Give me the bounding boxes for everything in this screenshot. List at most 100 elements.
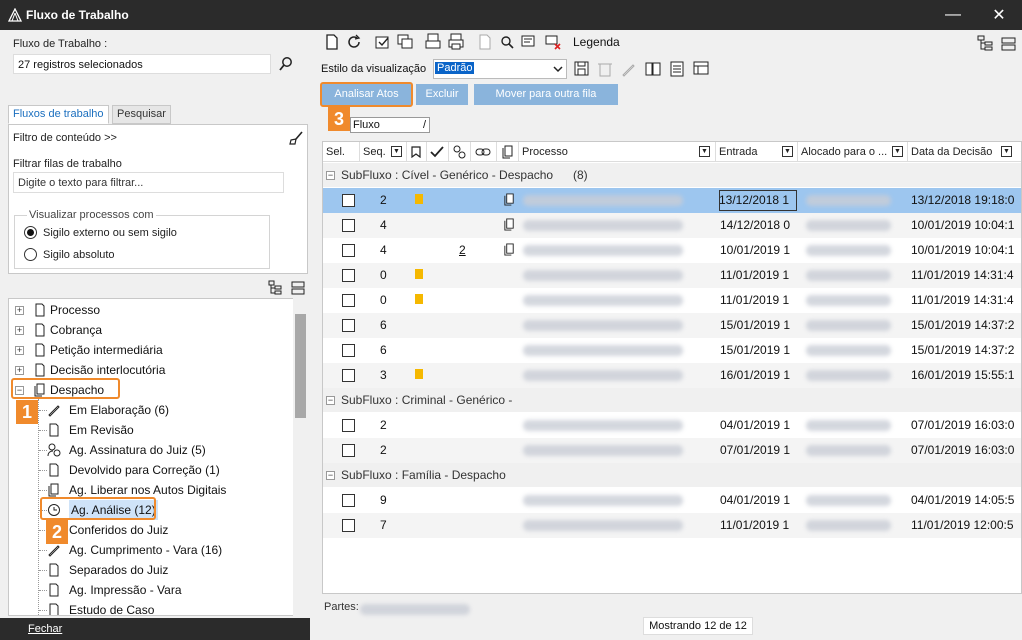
link-count[interactable]: 2: [459, 238, 466, 263]
fluxo-field[interactable]: 27 registros selecionados: [13, 54, 271, 74]
document-icon: [35, 343, 45, 357]
table-row[interactable]: 4 14/12/2018 0 10/01/2019 10:04:1: [323, 213, 1021, 238]
row-checkbox[interactable]: [342, 194, 355, 207]
filter-dropdown-icon[interactable]: ▼: [1001, 146, 1012, 157]
refresh-icon[interactable]: [345, 33, 363, 51]
col-docs[interactable]: [497, 142, 519, 162]
row-checkbox[interactable]: [342, 419, 355, 432]
data-decisao-cell: 10/01/2019 10:04:1: [911, 243, 1015, 257]
col-seq[interactable]: Seq. ▼: [360, 142, 407, 162]
excluir-button[interactable]: Excluir: [416, 84, 468, 105]
processo-redacted: [523, 420, 683, 431]
filter-dropdown-icon[interactable]: ▼: [782, 146, 793, 157]
fechar-button[interactable]: Fechar: [28, 623, 62, 635]
documents-icon[interactable]: [503, 193, 516, 206]
annotate-icon[interactable]: [520, 33, 538, 51]
close-button[interactable]: ✕: [976, 0, 1022, 30]
row-checkbox[interactable]: [342, 269, 355, 282]
checklist-icon[interactable]: [374, 33, 392, 51]
documents-icon[interactable]: [503, 243, 516, 256]
table-row[interactable]: 6 15/01/2019 1 15/01/2019 14:37:2: [323, 313, 1021, 338]
row-checkbox[interactable]: [342, 244, 355, 257]
group-row[interactable]: − SubFluxo : Cível - Genérico - Despacho (…: [323, 163, 1021, 187]
col-processo[interactable]: Processo ▼: [519, 142, 716, 162]
col-person[interactable]: [449, 142, 471, 162]
table-row[interactable]: 2 04/01/2019 1 07/01/2019 16:03:0: [323, 413, 1021, 438]
tab-fluxos[interactable]: Fluxos de trabalho: [8, 105, 109, 124]
table-row[interactable]: 3 16/01/2019 1 16/01/2019 15:55:1: [323, 363, 1021, 388]
seq-cell: 2: [380, 193, 387, 207]
list-icon[interactable]: [668, 60, 686, 78]
table-row[interactable]: 2 13/12/2018 1 13/12/2018 19:18:0: [323, 188, 1021, 213]
col-flag[interactable]: [407, 142, 427, 162]
export-icon[interactable]: [644, 60, 662, 78]
filtrar-filas-input[interactable]: Digite o texto para filtrar...: [13, 172, 284, 193]
footer-bar: Fechar: [0, 618, 310, 640]
row-checkbox[interactable]: [342, 344, 355, 357]
filter-dropdown-icon[interactable]: ▼: [699, 146, 710, 157]
expand-all-icon[interactable]: [977, 35, 995, 53]
col-sel[interactable]: Sel.: [323, 142, 360, 162]
row-checkbox[interactable]: [342, 319, 355, 332]
col-alocado[interactable]: Alocado para o ... ▼: [798, 142, 908, 162]
collapse-icon[interactable]: −: [326, 471, 335, 480]
search-document-icon[interactable]: [498, 33, 516, 51]
radio-sigilo-externo[interactable]: [24, 226, 37, 239]
table-row[interactable]: 2 07/01/2019 1 07/01/2019 16:03:0: [323, 438, 1021, 463]
group-row[interactable]: − SubFluxo : Família - Despacho: [323, 463, 1021, 487]
tab-pesquisar[interactable]: Pesquisar: [112, 105, 171, 124]
expand-icon[interactable]: +: [15, 366, 24, 375]
col-data-decisao[interactable]: Data da Decisão ▼: [908, 142, 1021, 162]
collapse-all-icon[interactable]: [1000, 35, 1018, 53]
row-checkbox[interactable]: [342, 444, 355, 457]
tree-expand-icon[interactable]: [268, 280, 284, 296]
legenda-link[interactable]: Legenda: [573, 35, 620, 49]
table-row[interactable]: 9 04/01/2019 1 04/01/2019 14:05:5: [323, 488, 1021, 513]
estilo-dropdown[interactable]: Padrão: [433, 59, 567, 79]
table-row[interactable]: 0 11/01/2019 1 11/01/2019 14:31:4: [323, 263, 1021, 288]
table-row[interactable]: 4 2 10/01/2019 1 10/01/2019 10:04:1: [323, 238, 1021, 263]
row-checkbox[interactable]: [342, 294, 355, 307]
print-icon[interactable]: [447, 33, 465, 51]
entrada-cell: 14/12/2018 0: [720, 218, 791, 232]
tree-collapse-icon[interactable]: [290, 280, 306, 296]
entrada-cell: 10/01/2019 1: [720, 243, 791, 257]
expand-icon[interactable]: +: [15, 306, 24, 315]
layout-icon[interactable]: [692, 60, 710, 78]
filter-dropdown-icon[interactable]: ▼: [391, 146, 402, 157]
tree-scrollbar[interactable]: [293, 298, 308, 616]
seq-cell: 9: [380, 493, 387, 507]
documents-icon[interactable]: [503, 218, 516, 231]
scrollbar-thumb[interactable]: [295, 314, 306, 418]
eraser-icon[interactable]: [288, 130, 304, 146]
mover-fila-button[interactable]: Mover para outra fila: [474, 84, 618, 105]
minimize-button[interactable]: —: [930, 0, 976, 30]
col-check[interactable]: [427, 142, 449, 162]
table-row[interactable]: 6 15/01/2019 1 15/01/2019 14:37:2: [323, 338, 1021, 363]
row-checkbox[interactable]: [342, 494, 355, 507]
table-row[interactable]: 0 11/01/2019 1 11/01/2019 14:31:4: [323, 288, 1021, 313]
group-by-chip[interactable]: Fluxo /: [350, 117, 430, 133]
radio-sigilo-absoluto[interactable]: [24, 248, 37, 261]
collapse-icon[interactable]: −: [326, 171, 335, 180]
row-checkbox[interactable]: [342, 369, 355, 382]
row-checkbox[interactable]: [342, 519, 355, 532]
windows-icon[interactable]: [396, 33, 414, 51]
col-entrada[interactable]: Entrada ▼: [716, 142, 798, 162]
expand-icon[interactable]: +: [15, 326, 24, 335]
processo-redacted: [523, 245, 683, 256]
filtro-conteudo-link[interactable]: Filtro de conteúdo >>: [13, 132, 117, 144]
new-document-icon[interactable]: [323, 33, 341, 51]
group-row[interactable]: − SubFluxo : Criminal - Genérico -: [323, 388, 1021, 412]
save-icon[interactable]: [573, 60, 591, 78]
print-stack-icon[interactable]: [424, 33, 442, 51]
table-row[interactable]: 7 11/01/2019 1 11/01/2019 12:00:5: [323, 513, 1021, 538]
comment-delete-icon[interactable]: [544, 33, 562, 51]
collapse-icon[interactable]: −: [326, 396, 335, 405]
col-link[interactable]: [471, 142, 497, 162]
search-icon[interactable]: [278, 56, 294, 72]
entrada-cell: 16/01/2019 1: [720, 368, 791, 382]
filter-dropdown-icon[interactable]: ▼: [892, 146, 903, 157]
row-checkbox[interactable]: [342, 219, 355, 232]
expand-icon[interactable]: +: [15, 346, 24, 355]
